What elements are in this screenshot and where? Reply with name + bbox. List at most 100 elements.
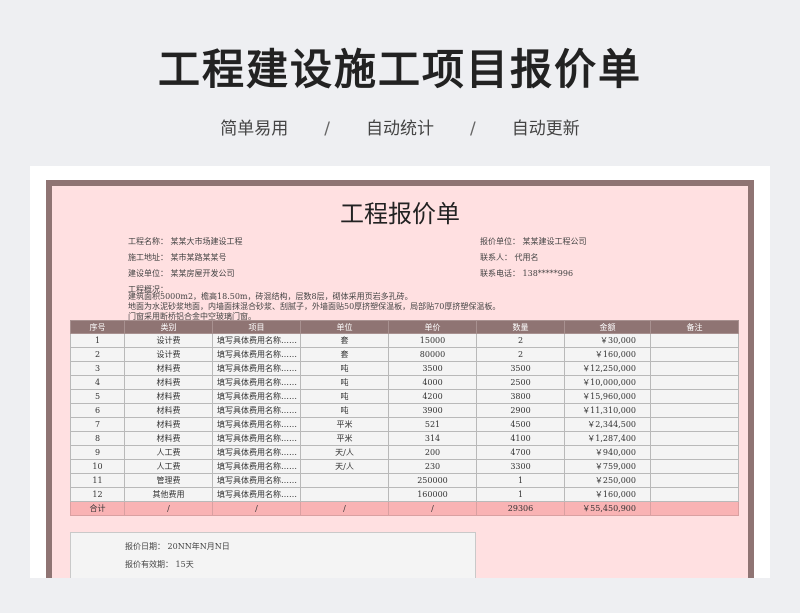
cell-unit-price: 3900 [388,403,477,418]
cell-unit: 套 [300,333,389,348]
feature-tagline: 简单易用 / 自动统计 / 自动更新 [0,114,800,139]
cell-item: 填写具体费用名称…… [212,417,301,432]
table-body: 1 设计费 填写具体费用名称…… 套 15000 2 ￥30,000 2 设计费 填写具体费用名称… [70,333,739,502]
cell-unit-price: 230 [388,459,477,474]
total-quantity: 29306 [476,501,565,516]
cell-quantity: 4500 [476,417,565,432]
table-header-row: 序号 类别 项目 单位 单价 数量 金额 备注 [70,320,739,334]
cell-item: 填写具体费用名称…… [212,445,301,460]
cell-amount: ￥10,000,000 [564,375,651,390]
table-row: 12 其他费用 填写具体费用名称…… 160000 1 ￥160,000 [70,487,739,502]
cell-item: 填写具体费用名称…… [212,333,301,348]
cell-quantity: 1 [476,487,565,502]
cell-category: 其他费用 [124,487,213,502]
cell-unit-price: 80000 [388,347,477,362]
cell-item: 填写具体费用名称…… [212,389,301,404]
cell-item: 填写具体费用名称…… [212,431,301,446]
total-cell: / [212,501,301,516]
cell-category: 设计费 [124,333,213,348]
total-cell: / [300,501,389,516]
cell-quantity: 4100 [476,431,565,446]
col-header: 单价 [388,320,477,334]
cell-remark [650,417,739,432]
cell-item: 填写具体费用名称…… [212,487,301,502]
cell-item: 填写具体费用名称…… [212,361,301,376]
cell-unit-price: 4200 [388,389,477,404]
cell-remark [650,333,739,348]
overview-text: 建筑面积5000m2，檐高18.50m，砖混结构，层数8层，砌体采用页岩多孔砖。… [128,292,500,322]
cell-unit-price: 160000 [388,487,477,502]
cell-item: 填写具体费用名称…… [212,347,301,362]
table-row: 7 材料费 填写具体费用名称…… 平米 521 4500 ￥2,344,500 [70,417,739,432]
cell-amount: ￥160,000 [564,347,651,362]
cell-item: 填写具体费用名称…… [212,459,301,474]
cell-item: 填写具体费用名称…… [212,375,301,390]
total-cell: 合计 [70,501,125,516]
cell-quantity: 2 [476,347,565,362]
table-row: 10 人工费 填写具体费用名称…… 天/人 230 3300 ￥759,000 [70,459,739,474]
total-cell: / [388,501,477,516]
cell-index: 12 [70,487,125,502]
col-header: 项目 [212,320,301,334]
table-row: 1 设计费 填写具体费用名称…… 套 15000 2 ￥30,000 [70,333,739,348]
cell-unit-price: 200 [388,445,477,460]
quote-sheet: 工程报价单 工程名称： 某某大市场建设工程 施工地址： 某市某路某某号 建设单位… [46,180,754,578]
cell-category: 人工费 [124,445,213,460]
cell-remark [650,403,739,418]
cell-index: 2 [70,347,125,362]
cell-unit: 吨 [300,361,389,376]
cell-amount: ￥1,287,400 [564,431,651,446]
cell-index: 4 [70,375,125,390]
cell-index: 6 [70,403,125,418]
cell-quantity: 2900 [476,403,565,418]
doc-title: 工程报价单 [340,200,460,228]
table-row: 5 材料费 填写具体费用名称…… 吨 4200 3800 ￥15,960,000 [70,389,739,404]
feature-item: 简单易用 [220,119,289,139]
cell-unit [300,473,389,488]
cell-unit: 平米 [300,431,389,446]
cell-amount: ￥30,000 [564,333,651,348]
cell-unit-price: 15000 [388,333,477,348]
cell-remark [650,431,739,446]
quote-table: 序号 类别 项目 单位 单价 数量 金额 备注 1 设计费 填写具体费用名称…… 套 1… [70,320,739,516]
quote-date: 报价日期： 20NN年N月N日 [125,542,230,551]
build-unit: 建设单位： 某某房屋开发公司 [128,269,235,278]
project-address: 施工地址： 某市某路某某号 [128,253,227,262]
cell-amount: ￥759,000 [564,459,651,474]
cell-unit: 吨 [300,389,389,404]
cell-index: 5 [70,389,125,404]
col-header: 序号 [70,320,125,334]
cell-index: 11 [70,473,125,488]
cell-unit: 套 [300,347,389,362]
contact-person: 联系人： 代用名 [480,253,539,262]
cell-category: 材料费 [124,431,213,446]
cell-quantity: 1 [476,473,565,488]
cell-category: 设计费 [124,347,213,362]
cell-unit-price: 314 [388,431,477,446]
preview-card: 工程报价单 工程名称： 某某大市场建设工程 施工地址： 某市某路某某号 建设单位… [30,166,770,578]
contact-phone: 联系电话： 138*****996 [480,269,574,278]
page-title: 工程建设施工项目报价单 [157,45,642,94]
table-row: 2 设计费 填写具体费用名称…… 套 80000 2 ￥160,000 [70,347,739,362]
feature-separator: / [324,119,330,139]
cell-remark [650,361,739,376]
cell-index: 1 [70,333,125,348]
cell-category: 材料费 [124,375,213,390]
cell-quantity: 3300 [476,459,565,474]
col-header: 备注 [650,320,739,334]
cell-remark [650,375,739,390]
total-cell: / [124,501,213,516]
cell-index: 9 [70,445,125,460]
cell-unit-price: 3500 [388,361,477,376]
cell-quantity: 3800 [476,389,565,404]
feature-item: 自动统计 [366,119,434,139]
project-name: 工程名称： 某某大市场建设工程 [128,237,243,246]
quote-validity: 报价有效期： 15天 [125,560,194,569]
cell-category: 管理费 [124,473,213,488]
cell-quantity: 3500 [476,361,565,376]
table-row: 4 材料费 填写具体费用名称…… 吨 4000 2500 ￥10,000,000 [70,375,739,390]
cell-unit: 平米 [300,417,389,432]
col-header: 数量 [476,320,565,334]
total-row: 合计 / / / / 29306 ￥55,450,900 [70,501,739,516]
cell-remark [650,473,739,488]
